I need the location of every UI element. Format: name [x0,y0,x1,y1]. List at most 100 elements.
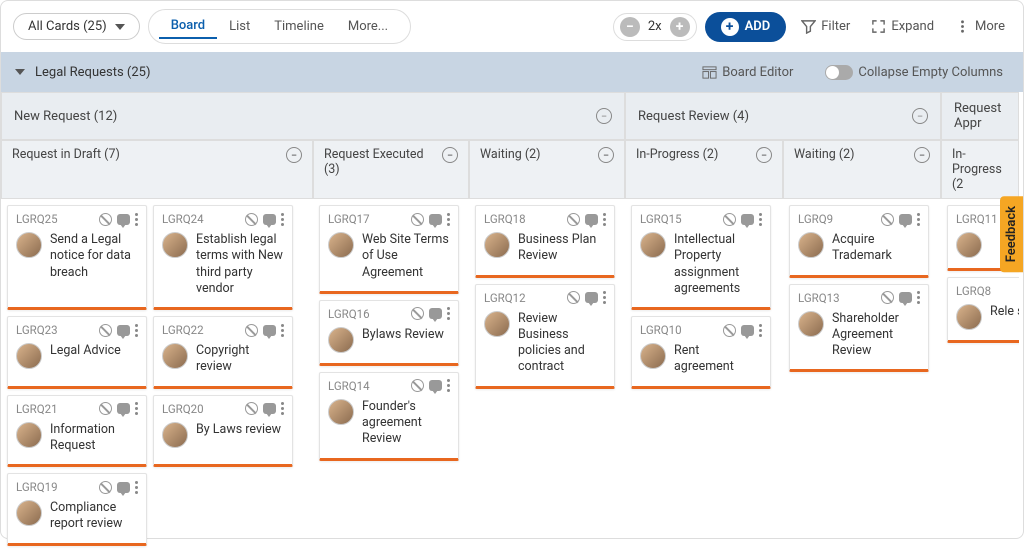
card-menu-icon[interactable] [447,213,450,226]
comment-icon[interactable] [429,308,442,319]
comment-icon[interactable] [585,214,598,225]
collapse-column-icon[interactable]: − [286,147,302,163]
collapse-column-icon[interactable]: − [912,108,928,124]
card-menu-icon[interactable] [447,307,450,320]
column-header[interactable]: Request in Draft (7) − [1,140,313,199]
comment-icon[interactable] [263,403,276,414]
avatar [16,422,42,448]
block-icon[interactable] [99,402,112,415]
block-icon[interactable] [567,291,580,304]
card[interactable]: LGRQ22 Copyright review [153,316,293,389]
card-menu-icon[interactable] [135,402,138,415]
card[interactable]: LGRQ21 Information Request [7,395,147,468]
comment-icon[interactable] [899,214,912,225]
column-header[interactable]: Waiting (2) − [469,140,625,199]
comment-icon[interactable] [117,403,130,414]
feedback-tab[interactable]: Feedback [1000,196,1023,272]
collapse-column-icon[interactable]: − [442,147,458,163]
comment-icon[interactable] [741,325,754,336]
add-button[interactable]: + ADD [705,12,787,42]
tab-board[interactable]: Board [159,14,217,39]
card[interactable]: LGRQ13 Shareholder Agreement Review [789,284,929,373]
card[interactable]: LGRQ20 By Laws review [153,395,293,468]
filter-dropdown[interactable]: All Cards (25) [13,13,140,40]
card[interactable]: LGRQ15 Intellectual Property assignment … [631,205,771,310]
comment-icon[interactable] [585,292,598,303]
comment-icon[interactable] [117,214,130,225]
block-icon[interactable] [567,213,580,226]
card[interactable]: LGRQ25 Send a Legal notice for data brea… [7,205,147,310]
card-menu-icon[interactable] [135,481,138,494]
block-icon[interactable] [411,213,424,226]
card-menu-icon[interactable] [603,213,606,226]
zoom-in-button[interactable]: + [670,17,690,37]
collapse-column-icon[interactable]: − [596,108,612,124]
block-icon[interactable] [411,307,424,320]
board-editor-button[interactable]: Board Editor [695,60,799,84]
zoom-out-button[interactable]: − [620,17,640,37]
avatar [640,343,666,369]
block-icon[interactable] [881,213,894,226]
block-icon[interactable] [723,213,736,226]
block-icon[interactable] [99,213,112,226]
card-menu-icon[interactable] [759,324,762,337]
card[interactable]: LGRQ12 Review Business policies and cont… [475,284,615,389]
collapse-column-icon[interactable]: − [598,147,614,163]
comment-icon[interactable] [429,214,442,225]
collapse-empty-toggle[interactable]: Collapse Empty Columns [819,61,1009,84]
card[interactable]: LGRQ10 Rent agreement [631,316,771,389]
expand-button[interactable]: Expand [864,15,940,39]
column-header[interactable]: In-Progress (2 [941,140,1019,199]
card-menu-icon[interactable] [759,213,762,226]
card[interactable]: LGRQ9 Acquire Trademark [789,205,929,278]
card-menu-icon[interactable] [281,324,284,337]
comment-icon[interactable] [263,325,276,336]
collapse-column-icon[interactable]: − [914,147,930,163]
card[interactable]: LGRQ8 Rele safet [947,277,1019,343]
card-menu-icon[interactable] [603,291,606,304]
column-header[interactable]: Waiting (2) − [783,140,941,199]
parent-column[interactable]: Request Appr [941,92,1019,140]
block-icon[interactable] [881,291,894,304]
section-collapse-icon[interactable] [15,69,25,75]
card-menu-icon[interactable] [447,379,450,392]
comment-icon[interactable] [117,325,130,336]
card[interactable]: LGRQ23 Legal Advice [7,316,147,389]
card[interactable]: LGRQ19 Compliance report review [7,473,147,546]
block-icon[interactable] [411,379,424,392]
comment-icon[interactable] [899,292,912,303]
card-menu-icon[interactable] [917,213,920,226]
more-button[interactable]: More [948,15,1011,39]
filter-button[interactable]: Filter [794,15,856,39]
column-header[interactable]: In-Progress (2) − [625,140,783,199]
card-menu-icon[interactable] [917,291,920,304]
parent-column[interactable]: Request Review (4) − [625,92,941,140]
tab-list[interactable]: List [217,15,262,38]
block-icon[interactable] [245,402,258,415]
column-header[interactable]: Request Executed (3) − [313,140,469,199]
card-menu-icon[interactable] [135,213,138,226]
block-icon[interactable] [245,213,258,226]
card[interactable]: LGRQ24 Establish legal terms with New th… [153,205,293,310]
comment-icon[interactable] [117,482,130,493]
card-menu-icon[interactable] [135,324,138,337]
card-menu-icon[interactable] [281,213,284,226]
card[interactable]: LGRQ16 Bylaws Review [319,300,459,366]
card-title: Copyright review [196,343,284,376]
block-icon[interactable] [99,324,112,337]
block-icon[interactable] [99,481,112,494]
parent-column[interactable]: New Request (12) − [1,92,625,140]
comment-icon[interactable] [741,214,754,225]
tab-timeline[interactable]: Timeline [262,15,336,38]
comment-icon[interactable] [263,214,276,225]
card[interactable]: LGRQ18 Business Plan Review [475,205,615,278]
comment-icon[interactable] [429,380,442,391]
block-icon[interactable] [723,324,736,337]
card-menu-icon[interactable] [281,402,284,415]
collapse-column-icon[interactable]: − [756,147,772,163]
card[interactable]: LGRQ17 Web Site Terms of Use Agreement [319,205,459,294]
block-icon[interactable] [245,324,258,337]
card[interactable]: LGRQ14 Founder's agreement Review [319,372,459,461]
tab-more[interactable]: More... [336,15,400,38]
expand-icon [870,19,886,35]
